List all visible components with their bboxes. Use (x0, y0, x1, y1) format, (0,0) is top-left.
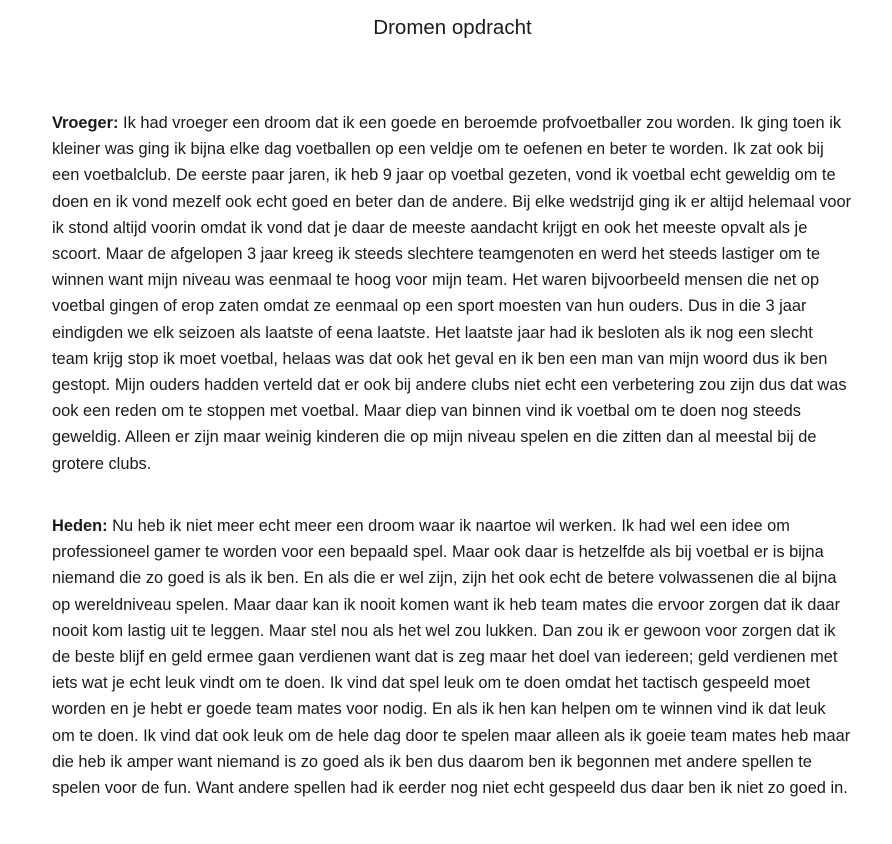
section-label-heden: Heden: (52, 517, 108, 535)
document-title: Dromen opdracht (373, 16, 532, 39)
section-text-vroeger: Ik had vroeger een droom dat ik een goed… (52, 114, 852, 473)
paragraph-heden: Heden: Nu heb ik niet meer echt meer een… (52, 513, 852, 801)
paragraph-vroeger: Vroeger: Ik had vroeger een droom dat ik… (52, 110, 852, 477)
document-page: Dromen opdracht Vroeger: Ik had vroeger … (0, 0, 892, 844)
section-text-heden: Nu heb ik niet meer echt meer een droom … (52, 517, 851, 798)
section-label-vroeger: Vroeger: (52, 114, 119, 132)
